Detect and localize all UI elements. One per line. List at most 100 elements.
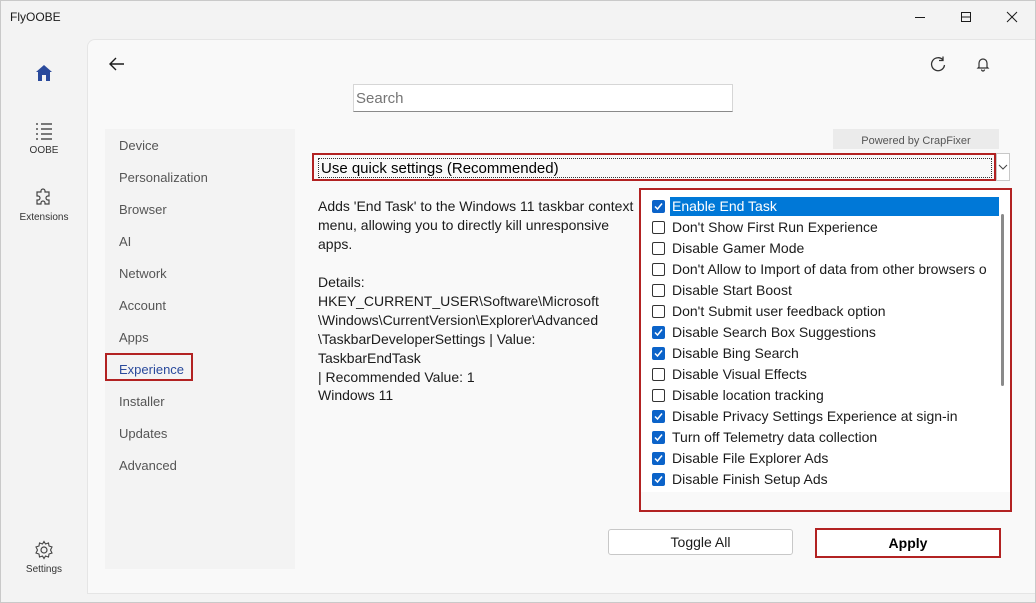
search-input[interactable] (353, 84, 733, 112)
nav-item-updates[interactable]: Updates (119, 426, 167, 441)
option-item[interactable]: Disable Privacy Settings Experience at s… (647, 406, 999, 427)
list-icon (36, 123, 52, 140)
rail-oobe-label: OOBE (29, 145, 59, 156)
option-item[interactable]: Disable Start Boost (647, 280, 999, 301)
option-item[interactable]: Disable Finish Setup Ads (647, 469, 999, 490)
option-checkbox[interactable] (652, 326, 665, 339)
option-item[interactable]: Disable Bing Search (647, 343, 999, 364)
option-label: Disable Start Boost (672, 282, 792, 298)
os-requirement: Windows 11 (318, 387, 394, 403)
nav-item-network[interactable]: Network (119, 266, 167, 281)
option-item[interactable]: Don't Allow to Import of data from other… (647, 259, 999, 280)
chevron-down-icon (998, 164, 1008, 170)
nav-item-account[interactable]: Account (119, 298, 166, 313)
option-label: Disable Privacy Settings Experience at s… (672, 408, 958, 424)
option-checkbox[interactable] (652, 242, 665, 255)
option-checkbox[interactable] (652, 389, 665, 402)
option-checkbox[interactable] (652, 473, 665, 486)
quick-settings-dropdown[interactable]: Use quick settings (Recommended) (312, 153, 1010, 181)
option-label: Disable location tracking (672, 387, 824, 403)
nav-item-advanced[interactable]: Advanced (119, 458, 177, 473)
rail-settings-label: Settings (25, 564, 63, 575)
option-checkbox[interactable] (652, 263, 665, 276)
rail-settings[interactable]: Settings (1, 540, 87, 575)
options-list: Enable End Task Don't Show First Run Expe… (639, 188, 1012, 512)
nav-item-apps[interactable]: Apps (119, 330, 149, 345)
checkmark-icon (654, 413, 663, 421)
rail-extensions[interactable]: Extensions (1, 188, 87, 223)
bell-icon (976, 58, 990, 72)
app-window: FlyOOBE OOBE Extensions Settings Search … (0, 0, 1036, 603)
option-label: Don't Allow to Import of data from other… (672, 261, 987, 277)
options-list-content: Enable End Task Don't Show First Run Expe… (647, 196, 999, 492)
nav-item-installer[interactable]: Installer (119, 394, 165, 409)
puzzle-icon (36, 188, 50, 205)
option-item[interactable]: Turn off Telemetry data collection (647, 427, 999, 448)
option-checkbox[interactable] (652, 221, 665, 234)
options-list-footer (641, 492, 1010, 510)
option-label: Disable File Explorer Ads (672, 450, 829, 466)
option-checkbox[interactable] (652, 200, 665, 213)
maximize-icon (961, 12, 971, 22)
rail-oobe[interactable]: OOBE (1, 121, 87, 156)
nav-active-highlight (105, 353, 193, 381)
window-maximize-button[interactable] (943, 1, 989, 33)
back-button[interactable] (103, 50, 131, 78)
close-icon (1006, 11, 1018, 23)
option-checkbox[interactable] (652, 347, 665, 360)
dropdown-highlight: Use quick settings (Recommended) (312, 153, 996, 181)
gear-icon (35, 540, 53, 560)
window-minimize-button[interactable] (897, 1, 943, 33)
minimize-icon (915, 17, 925, 18)
nav-item-personalization[interactable]: Personalization (119, 170, 208, 185)
window-close-button[interactable] (989, 1, 1035, 33)
option-label: Enable End Task (670, 197, 999, 216)
option-label: Don't Show First Run Experience (672, 219, 878, 235)
checkmark-icon (654, 329, 663, 337)
title-bar: FlyOOBE (1, 1, 1035, 33)
apply-button[interactable]: Apply (815, 528, 1001, 558)
refresh-button[interactable] (924, 50, 952, 78)
nav-item-browser[interactable]: Browser (119, 202, 167, 217)
option-label: Disable Finish Setup Ads (672, 471, 828, 487)
option-item[interactable]: Enable End Task (647, 196, 999, 217)
refresh-icon (930, 56, 946, 72)
option-checkbox[interactable] (652, 452, 665, 465)
powered-by-label: Powered by CrapFixer (833, 129, 999, 149)
option-item[interactable]: Disable Gamer Mode (647, 238, 999, 259)
option-checkbox[interactable] (652, 368, 665, 381)
option-label: Turn off Telemetry data collection (672, 429, 878, 445)
arrow-left-icon (109, 57, 124, 71)
option-item[interactable]: Disable Search Box Suggestions (647, 322, 999, 343)
option-label: Disable Gamer Mode (672, 240, 805, 256)
option-item[interactable]: Don't Submit user feedback option (647, 301, 999, 322)
option-checkbox[interactable] (652, 284, 665, 297)
window-title: FlyOOBE (10, 10, 61, 24)
checkmark-icon (654, 455, 663, 463)
nav-item-device[interactable]: Device (119, 138, 159, 153)
toggle-all-button[interactable]: Toggle All (608, 529, 793, 555)
option-label: Disable Search Box Suggestions (672, 324, 876, 340)
option-checkbox[interactable] (652, 431, 665, 444)
option-label: Don't Submit user feedback option (672, 303, 886, 319)
checkmark-icon (654, 203, 663, 211)
home-icon (36, 65, 52, 81)
rail-extensions-label: Extensions (19, 212, 69, 223)
nav-item-ai[interactable]: AI (119, 234, 131, 249)
option-label: Disable Bing Search (672, 345, 799, 361)
checkmark-icon (654, 476, 663, 484)
option-label: Disable Visual Effects (672, 366, 807, 382)
option-item[interactable]: Disable location tracking (647, 385, 999, 406)
dropdown-toggle[interactable] (996, 153, 1010, 181)
category-nav: Device Personalization Browser AI Networ… (105, 129, 295, 569)
notifications-button[interactable] (969, 50, 997, 78)
rail-home[interactable] (1, 63, 87, 83)
option-item[interactable]: Don't Show First Run Experience (647, 217, 999, 238)
option-item[interactable]: Disable Visual Effects (647, 364, 999, 385)
option-item[interactable]: Disable File Explorer Ads (647, 448, 999, 469)
options-scrollbar[interactable] (1001, 214, 1004, 386)
option-checkbox[interactable] (652, 410, 665, 423)
option-description: Adds 'End Task' to the Windows 11 taskba… (318, 198, 634, 385)
option-checkbox[interactable] (652, 305, 665, 318)
dropdown-selected-value: Use quick settings (Recommended) (318, 158, 992, 178)
